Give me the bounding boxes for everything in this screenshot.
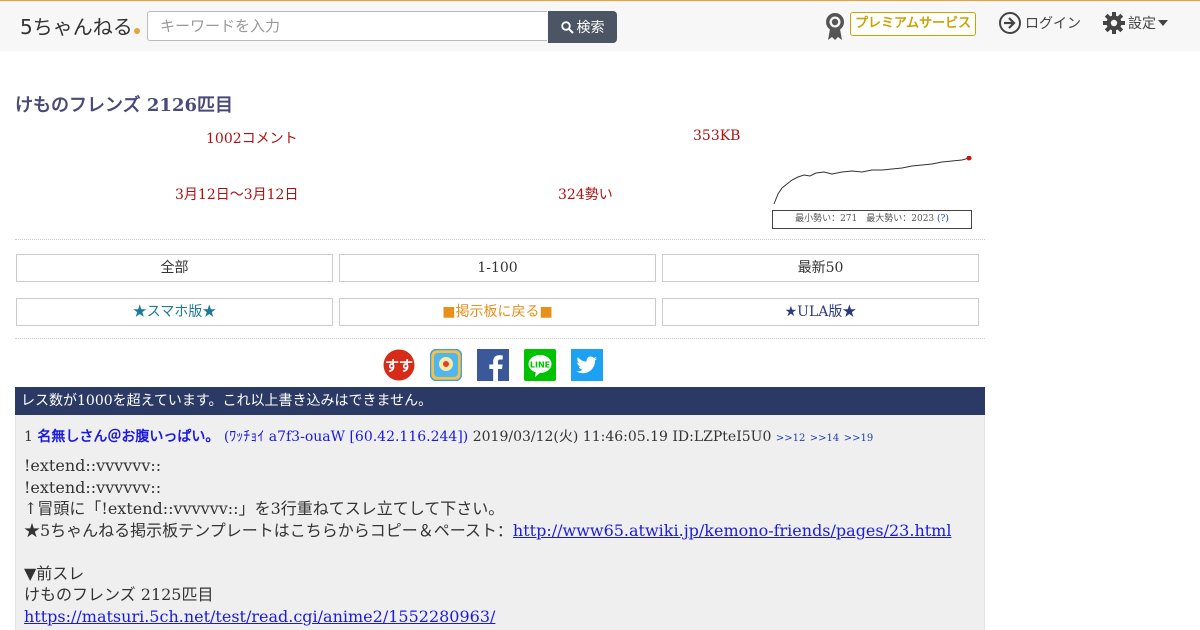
settings-label: 設定: [1128, 16, 1156, 32]
back-to-board-button[interactable]: ■掲示板に戻る■: [339, 298, 656, 326]
momentum-line: [773, 157, 970, 205]
svg-text:すす: すす: [385, 359, 413, 375]
gear-icon: [1103, 12, 1125, 34]
post-body: !extend::vvvvvv:: !extend::vvvvvv:: ↑冒頭に…: [24, 455, 951, 627]
divider: [15, 338, 985, 339]
divider: [15, 239, 985, 240]
prev-thread-title: けものフレンズ 2125匹目: [24, 585, 214, 604]
login-label: ログイン: [1025, 16, 1081, 32]
nav-range-button[interactable]: 1-100: [339, 254, 656, 282]
momentum-help-link[interactable]: (?): [937, 214, 949, 224]
post-line: ★5ちゃんねる掲示板テンプレートはこちらからコピー＆ペースト：http://ww…: [24, 520, 951, 542]
thread-period: 3月12日〜3月12日: [175, 187, 299, 203]
search-input[interactable]: [147, 11, 547, 41]
prev-thread-link[interactable]: https://matsuri.5ch.net/test/read.cgi/an…: [24, 607, 495, 626]
caret-down-icon: [1158, 20, 1168, 26]
post-author-name: 名無しさん＠お腹いっぱい。: [37, 429, 220, 445]
post-line: https://matsuri.5ch.net/test/read.cgi/an…: [24, 606, 951, 628]
svg-text:LINE: LINE: [530, 361, 550, 370]
sukusu-share-icon[interactable]: すす: [383, 349, 415, 381]
post-trip: (ﾜｯﾁｮｲ a7f3-ouaW [60.42.116.244]): [223, 429, 469, 445]
search-button[interactable]: 検索: [548, 11, 617, 43]
template-link[interactable]: http://www65.atwiki.jp/kemono-friends/pa…: [513, 521, 952, 540]
post-date: 2019/03/12(火) 11:46:05.19: [472, 429, 668, 445]
comment-count: 1002コメント: [206, 131, 298, 147]
twitter-icon[interactable]: [571, 349, 603, 381]
reply-anchor-link[interactable]: >>12: [776, 433, 805, 444]
momentum-sparkline: [772, 156, 972, 206]
logo-text: 5ちゃんねる: [20, 15, 133, 39]
post-number[interactable]: 1: [24, 429, 33, 445]
hatena-share-icon[interactable]: [430, 349, 462, 381]
settings-menu[interactable]: 設定: [1102, 11, 1168, 35]
nav-all-button[interactable]: 全部: [16, 254, 333, 282]
search-button-label: 検索: [576, 20, 605, 36]
nav-latest-button[interactable]: 最新50: [662, 254, 979, 282]
post-line-text: ★5ちゃんねる掲示板テンプレートはこちらからコピー＆ペースト：: [24, 520, 513, 540]
reply-anchor-link[interactable]: >>14: [810, 433, 839, 444]
search-icon: [560, 20, 574, 34]
prev-thread-label: ▼前スレ: [24, 563, 85, 583]
momentum-range-text: 最小勢い：271 最大勢い：2023: [795, 214, 935, 224]
momentum-latest-point: [966, 156, 972, 161]
site-logo[interactable]: 5ちゃんねる: [20, 11, 140, 40]
ula-version-button[interactable]: ★ULA版★: [662, 298, 979, 326]
premium-service-link[interactable]: プレミアムサービス: [850, 12, 977, 36]
thread-momentum: 324勢い: [558, 187, 613, 203]
thread-title: けものフレンズ 2126匹目: [15, 95, 234, 116]
smartphone-version-button[interactable]: ★スマホ版★: [16, 298, 333, 326]
post-id[interactable]: ID:LZPteI5U0: [672, 429, 771, 445]
post-line: !extend::vvvvvv::: [24, 477, 162, 497]
post-line: ↑冒頭に「!extend::vvvvvv::」を3行重ねてスレ立てして下さい。: [24, 499, 505, 518]
site-header: 5ちゃんねる 検索 プレミアムサービス ログイン: [0, 1, 1200, 51]
login-icon: [999, 12, 1021, 34]
line-icon[interactable]: LINE: [524, 349, 556, 381]
momentum-caption: 最小勢い：271 最大勢い：2023 (?): [772, 210, 972, 229]
thread-full-banner: レス数が1000を超えています。これ以上書き込みはできません。: [15, 387, 985, 415]
thread-size: 353KB: [693, 128, 741, 144]
reply-anchor-link[interactable]: >>19: [844, 433, 873, 444]
logo-dot: [133, 28, 140, 34]
facebook-icon[interactable]: [477, 349, 509, 381]
premium-medal-icon: [826, 13, 844, 40]
post-line: !extend::vvvvvv::: [24, 456, 162, 475]
post-header: 1 名無しさん＠お腹いっぱい。 (ﾜｯﾁｮｲ a7f3-ouaW [60.42.…: [24, 426, 873, 446]
login-link[interactable]: ログイン: [998, 11, 1081, 35]
post-item: 1 名無しさん＠お腹いっぱい。 (ﾜｯﾁｮｲ a7f3-ouaW [60.42.…: [15, 415, 985, 630]
